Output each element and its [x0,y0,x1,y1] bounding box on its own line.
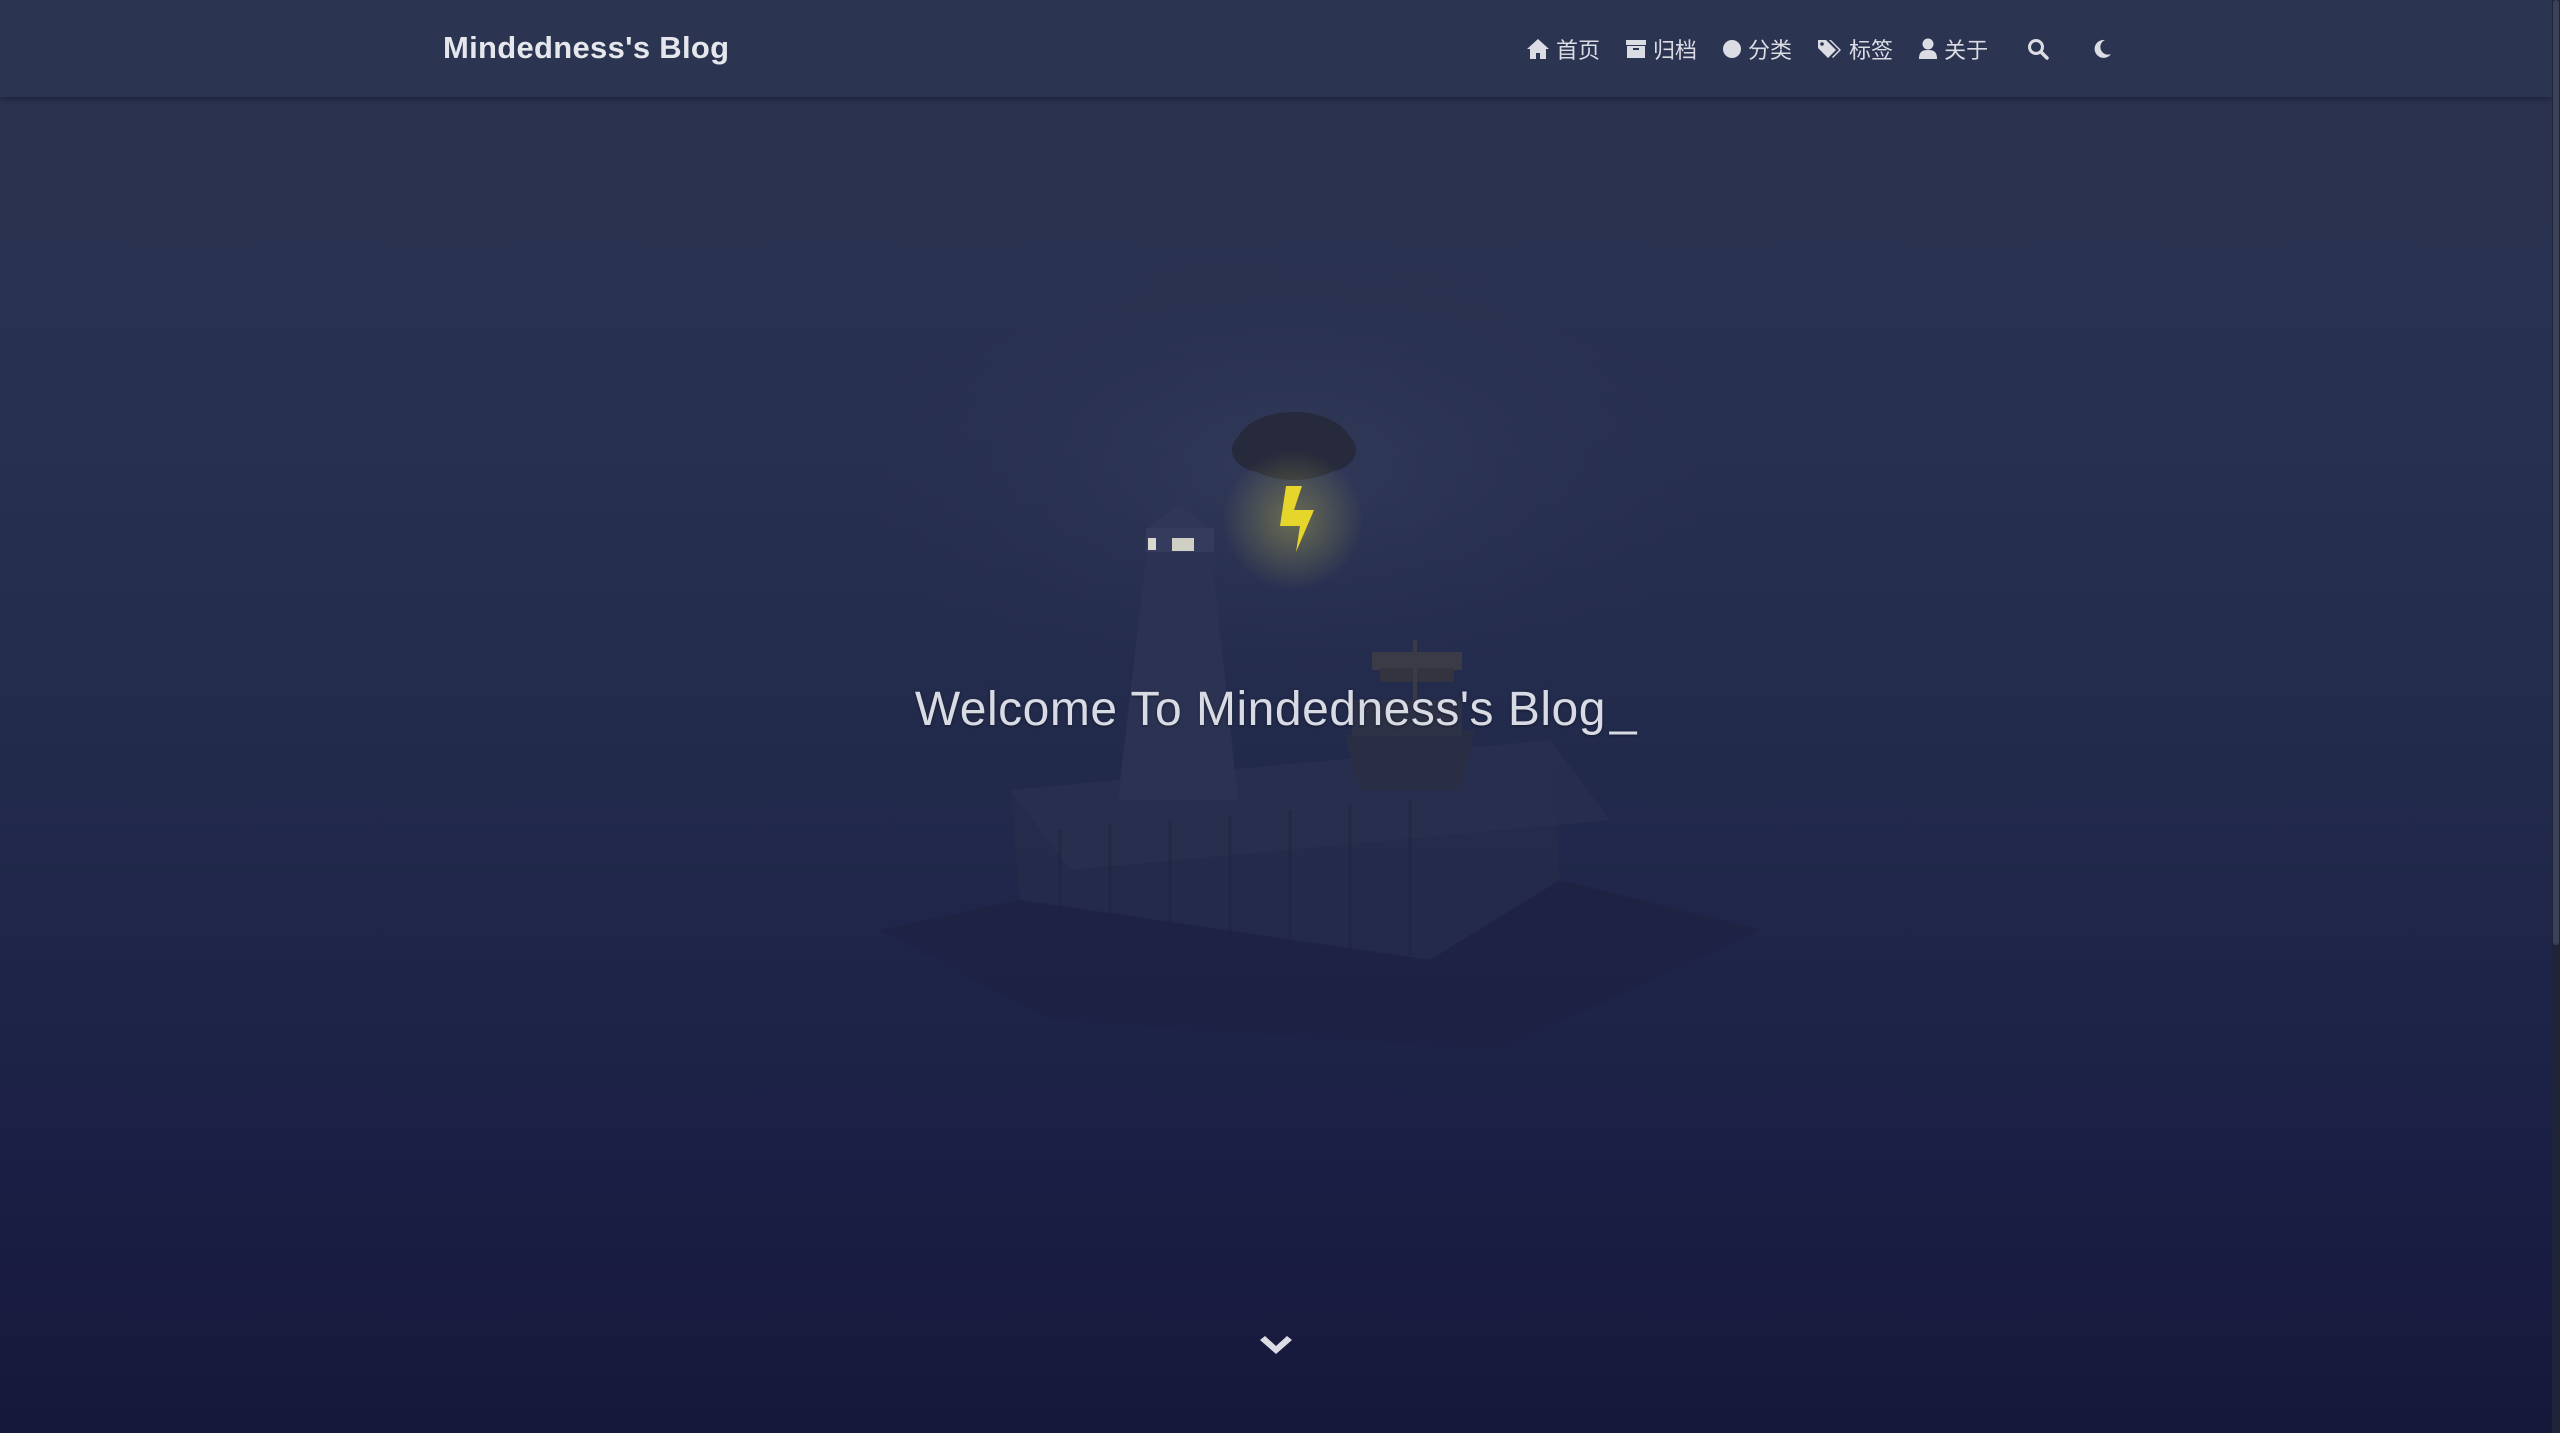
nav-item-label: 归档 [1653,38,1698,63]
chevron-down-icon[interactable] [1256,1332,1296,1362]
nav-item-about[interactable]: 关于 [1918,33,1988,65]
search-icon [2028,39,2049,60]
nav-item-archive[interactable]: 归档 [1625,33,1697,65]
moon-icon [2094,39,2112,58]
home-icon [1527,39,1549,59]
user-icon [1919,38,1938,59]
circle-icon [1723,40,1742,58]
navbar: Mindedness's Blog 首页 归档 分类 标签 关于 [0,0,2552,97]
nav-item-tags[interactable]: 标签 [1817,33,1893,65]
scrollbar-thumb[interactable] [2553,0,2559,945]
page: Mindedness's Blog 首页 归档 分类 标签 关于 Welcome… [0,0,2560,1433]
site-title[interactable]: Mindedness's Blog [443,30,729,66]
tags-icon [1818,40,1842,58]
typing-cursor: _ [1609,683,1638,736]
hero-title-text: Welcome To Mindedness's Blog [914,683,1606,736]
nav-menu: 首页 归档 分类 标签 关于 [1526,33,2141,65]
nav-item-label: 关于 [1944,38,1989,63]
theme-toggle-button[interactable] [2087,34,2117,64]
nav-item-label: 首页 [1556,38,1601,63]
search-button[interactable] [2023,34,2053,64]
nav-item-label: 标签 [1849,38,1894,63]
nav-item-label: 分类 [1748,38,1793,63]
archive-icon [1626,40,1647,58]
nav-item-home[interactable]: 首页 [1526,33,1600,65]
scrollbar[interactable] [2552,0,2560,1433]
hero-title: Welcome To Mindedness's Blog_ [0,682,2552,737]
nav-item-categories[interactable]: 分类 [1722,33,1792,65]
